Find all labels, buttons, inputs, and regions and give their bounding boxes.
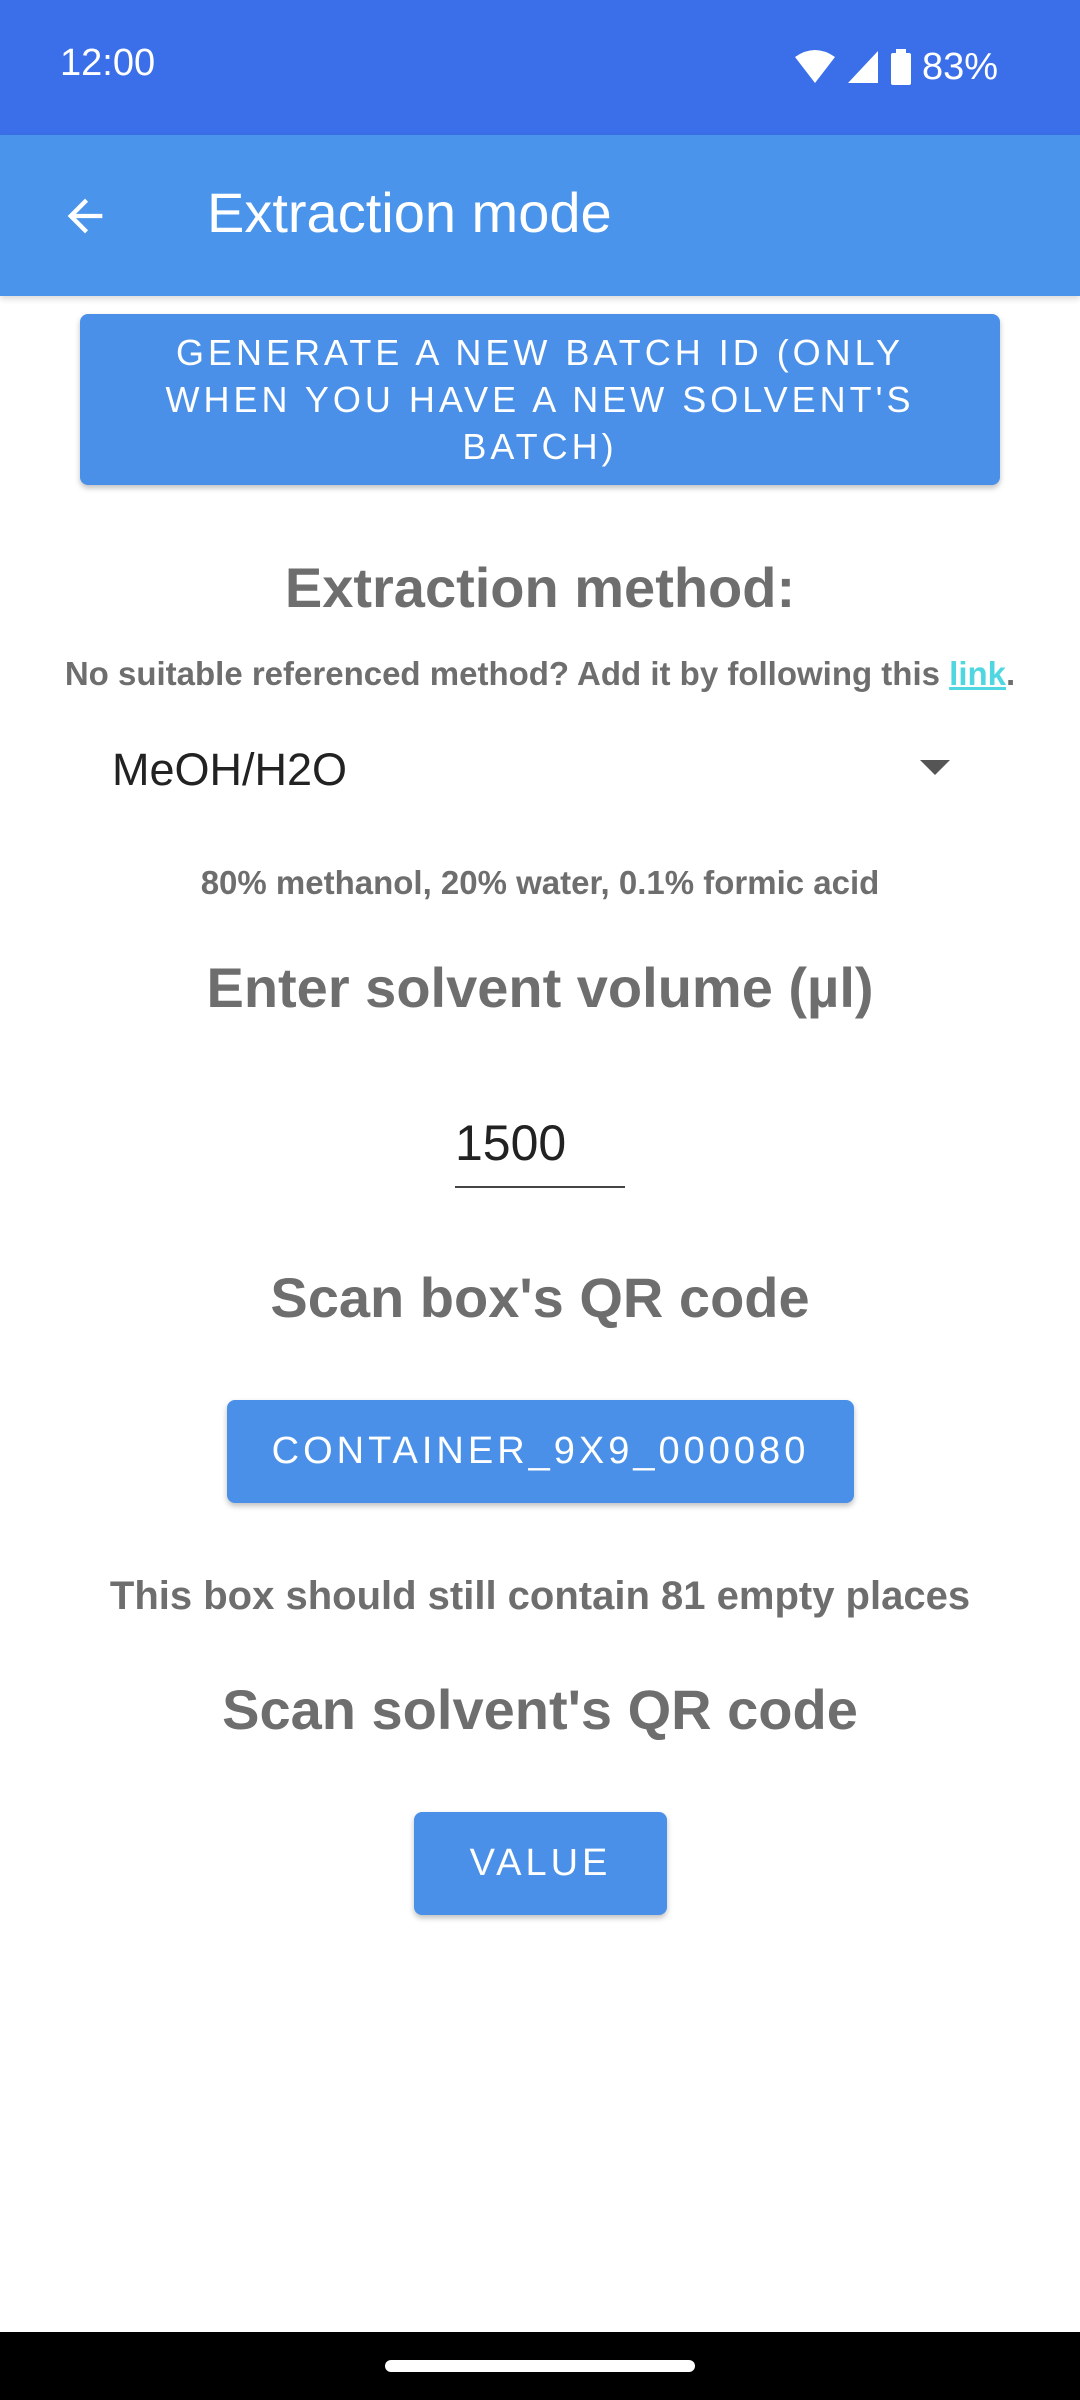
scan-solvent-button[interactable]: VALUE (414, 1812, 667, 1915)
add-method-helper-text: No suitable referenced method? Add it by… (64, 655, 950, 692)
add-method-helper-suffix: . (1006, 655, 1016, 692)
status-bar: 12:00 83% (0, 0, 1080, 135)
wifi-icon (794, 50, 835, 83)
page-title: Extraction mode (207, 181, 612, 244)
status-time: 12:00 (60, 42, 156, 84)
solvent-volume-heading: Enter solvent volume (µl) (206, 956, 874, 1019)
cellular-signal-icon (847, 51, 878, 83)
solvent-qr-heading: Scan solvent's QR code (222, 1678, 858, 1741)
method-description: 80% methanol, 20% water, 0.1% formic aci… (200, 864, 880, 901)
selected-method: MeOH/H2O (112, 744, 348, 795)
home-gesture-handle[interactable] (385, 2360, 695, 2372)
extraction-method-dropdown[interactable]: MeOH/H2O (80, 725, 960, 815)
arrow-back-icon (67, 198, 103, 234)
app-bar: Extraction mode (0, 135, 1080, 296)
battery-percent: 83% (921, 45, 998, 88)
battery-icon (890, 49, 911, 85)
dropdown-arrow-icon (920, 760, 950, 775)
navigation-bar (0, 2332, 1080, 2400)
generate-batch-id-button[interactable]: GENERATE A NEW BATCH ID (ONLY WHEN YOU H… (80, 314, 1000, 485)
scan-box-button[interactable]: CONTAINER_9X9_000080 (227, 1400, 854, 1503)
solvent-volume-input[interactable] (455, 1100, 625, 1188)
add-method-link[interactable]: link (949, 655, 1006, 692)
extraction-method-heading: Extraction method: (284, 556, 796, 619)
back-button[interactable] (40, 171, 130, 261)
box-capacity-info: This box should still contain 81 empty p… (109, 1574, 971, 1618)
add-method-helper: No suitable referenced method? Add it by… (0, 655, 1080, 693)
box-qr-heading: Scan box's QR code (270, 1266, 810, 1329)
status-icons: 83% (794, 42, 998, 92)
